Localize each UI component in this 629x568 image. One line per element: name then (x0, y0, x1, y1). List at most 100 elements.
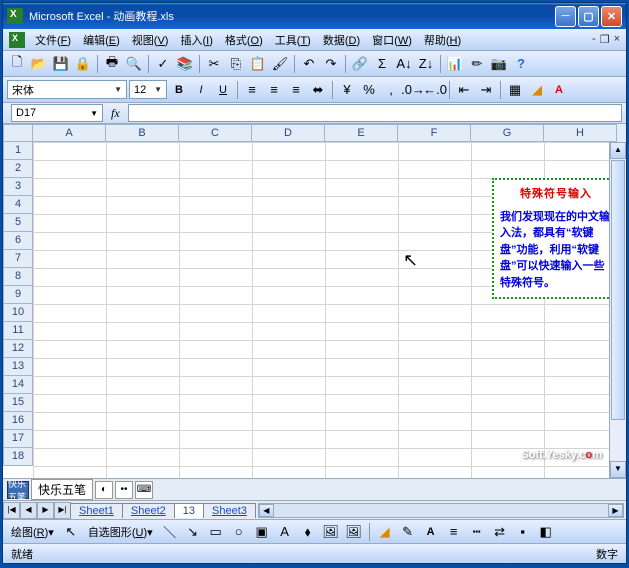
row-header[interactable]: 16 (3, 412, 33, 430)
doc-close-button[interactable]: × (614, 33, 620, 46)
undo-icon[interactable]: ↶ (299, 54, 319, 74)
doc-restore-button[interactable]: ❐ (600, 33, 610, 46)
percent-icon[interactable]: % (359, 80, 379, 100)
ime-icon[interactable]: 快乐五笔 (7, 481, 29, 499)
cell-grid[interactable]: 特殊符号输入 我们发现现在的中文输入法，都具有“软键盘”功能，利用“软键盘”可以… (33, 142, 626, 478)
font-color2-icon[interactable]: A (421, 522, 441, 542)
tab-first-icon[interactable]: |◀ (3, 502, 20, 519)
comma-icon[interactable]: , (381, 80, 401, 100)
dash-style-icon[interactable]: ┅ (467, 522, 487, 542)
doc-minimize-button[interactable]: - (592, 33, 596, 46)
col-header[interactable]: F (398, 124, 471, 142)
paste-icon[interactable]: 📋 (248, 54, 268, 74)
row-header[interactable]: 2 (3, 160, 33, 178)
fx-icon[interactable]: fx (111, 106, 120, 121)
autoshapes-menu[interactable]: 自选图形(U)▾ (84, 522, 157, 542)
copy-icon[interactable]: ⎘ (226, 54, 246, 74)
row-header[interactable]: 11 (3, 322, 33, 340)
wordart-icon[interactable]: A (275, 522, 295, 542)
menu-edit[interactable]: 编辑(E) (79, 30, 124, 50)
font-combo[interactable]: 宋体▼ (7, 80, 127, 99)
row-header[interactable]: 17 (3, 430, 33, 448)
select-all-corner[interactable] (3, 124, 33, 142)
sheet-tab[interactable]: Sheet1 (70, 503, 123, 518)
name-box[interactable]: D17▼ (11, 104, 103, 122)
save-icon[interactable]: 💾 (51, 54, 71, 74)
redo-icon[interactable]: ↷ (321, 54, 341, 74)
shadow-icon[interactable]: ▪ (513, 522, 533, 542)
research-icon[interactable]: 📚 (175, 54, 195, 74)
inc-indent-icon[interactable]: ⇥ (476, 80, 496, 100)
line-color-icon[interactable]: ✎ (398, 522, 418, 542)
fill-color-icon[interactable]: ◢ (527, 80, 547, 100)
dec-decimal-icon[interactable]: ←.0 (425, 80, 445, 100)
new-icon[interactable]: 🗋 (7, 54, 27, 74)
col-header[interactable]: C (179, 124, 252, 142)
cut-icon[interactable]: ✂ (204, 54, 224, 74)
vertical-scrollbar[interactable]: ▲ ▼ (609, 142, 626, 478)
scroll-down-icon[interactable]: ▼ (610, 461, 626, 478)
tab-prev-icon[interactable]: ◀ (20, 502, 37, 519)
row-header[interactable]: 7 (3, 250, 33, 268)
sort-asc-icon[interactable]: A↓ (394, 54, 414, 74)
fill-icon[interactable]: ◢ (375, 522, 395, 542)
currency-icon[interactable]: ¥ (337, 80, 357, 100)
formula-bar[interactable] (128, 104, 622, 122)
format-painter-icon[interactable]: 🖌 (270, 54, 290, 74)
scroll-left-icon[interactable]: ◀ (259, 504, 274, 517)
camera-icon[interactable]: 📷 (489, 54, 509, 74)
align-right-icon[interactable]: ≡ (286, 80, 306, 100)
row-header[interactable]: 14 (3, 376, 33, 394)
arrow-style-icon[interactable]: ⇄ (490, 522, 510, 542)
row-header[interactable]: 8 (3, 268, 33, 286)
menu-data[interactable]: 数据(D) (319, 30, 364, 50)
sheet-tab[interactable]: Sheet3 (203, 503, 256, 518)
row-header[interactable]: 6 (3, 232, 33, 250)
tab-last-icon[interactable]: ▶| (54, 502, 71, 519)
menu-tools[interactable]: 工具(T) (271, 30, 315, 50)
arrow-icon[interactable]: ↘ (183, 522, 203, 542)
size-combo[interactable]: 12▼ (129, 80, 167, 99)
sheet-tab-active[interactable]: 13 (174, 503, 204, 518)
menu-file[interactable]: 文件(F) (31, 30, 75, 50)
underline-icon[interactable]: U (213, 80, 233, 100)
minimize-button[interactable]: ─ (555, 6, 576, 27)
line-icon[interactable]: ＼ (160, 522, 180, 542)
select-objects-icon[interactable]: ↖ (61, 522, 81, 542)
sort-desc-icon[interactable]: Z↓ (416, 54, 436, 74)
col-header[interactable]: B (106, 124, 179, 142)
open-icon[interactable]: 📂 (29, 54, 49, 74)
close-button[interactable]: ✕ (601, 6, 622, 27)
row-header[interactable]: 13 (3, 358, 33, 376)
italic-icon[interactable]: I (191, 80, 211, 100)
tab-next-icon[interactable]: ▶ (37, 502, 54, 519)
ime-shape-icon[interactable]: ◐ (95, 481, 113, 499)
ime-keyboard-icon[interactable]: ⌨ (135, 481, 153, 499)
scroll-thumb[interactable] (611, 160, 625, 420)
col-header[interactable]: E (325, 124, 398, 142)
align-center-icon[interactable]: ≡ (264, 80, 284, 100)
font-color-icon[interactable]: A (549, 80, 569, 100)
maximize-button[interactable]: ▢ (578, 6, 599, 27)
drawing-icon[interactable]: ✏ (467, 54, 487, 74)
row-header[interactable]: 3 (3, 178, 33, 196)
3d-icon[interactable]: ◧ (536, 522, 556, 542)
help-icon[interactable]: ? (511, 54, 531, 74)
row-header[interactable]: 4 (3, 196, 33, 214)
spell-icon[interactable]: ✓ (153, 54, 173, 74)
col-header[interactable]: D (252, 124, 325, 142)
ime-punct-icon[interactable]: •• (115, 481, 133, 499)
borders-icon[interactable]: ▦ (505, 80, 525, 100)
line-style-icon[interactable]: ≡ (444, 522, 464, 542)
col-header[interactable]: H (544, 124, 617, 142)
sheet-tab[interactable]: Sheet2 (122, 503, 175, 518)
textbox-icon[interactable]: ▣ (252, 522, 272, 542)
col-header[interactable]: G (471, 124, 544, 142)
hyperlink-icon[interactable]: 🔗 (350, 54, 370, 74)
menu-insert[interactable]: 插入(I) (176, 30, 216, 50)
picture-icon[interactable]: 🖼 (344, 522, 364, 542)
permission-icon[interactable]: 🔒 (73, 54, 93, 74)
align-left-icon[interactable]: ≡ (242, 80, 262, 100)
scroll-up-icon[interactable]: ▲ (610, 142, 626, 159)
row-header[interactable]: 15 (3, 394, 33, 412)
